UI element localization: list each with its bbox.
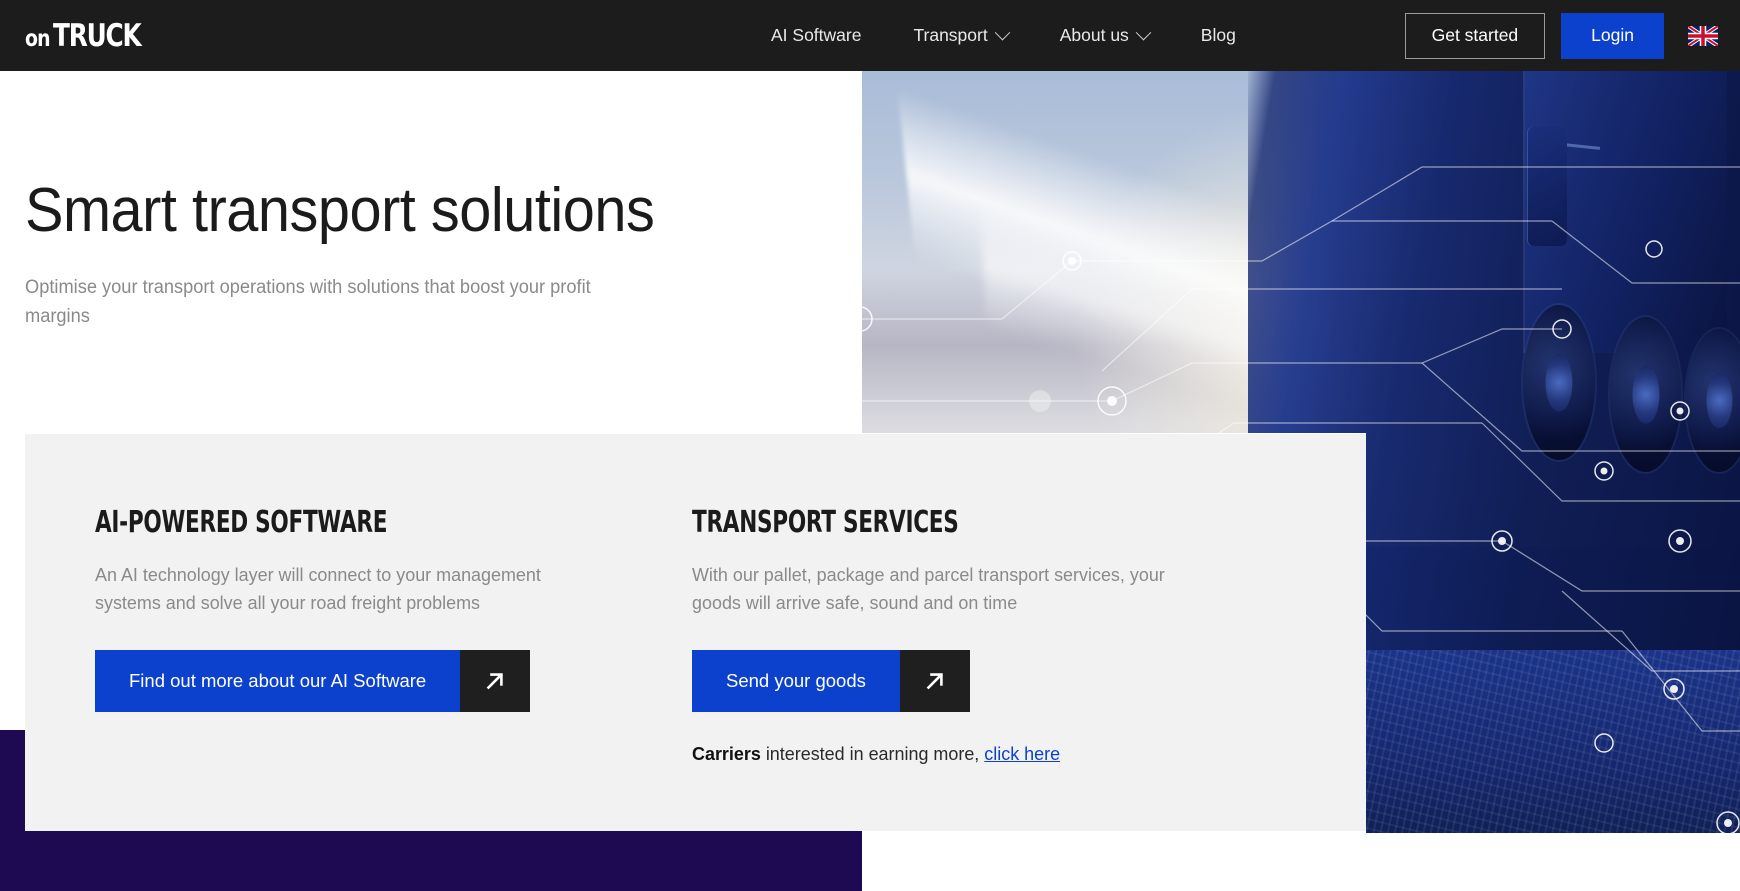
top-navigation-bar: on TRUCK AI Software Transport About us B… [0, 0, 1740, 71]
logo-text-on: on [25, 25, 51, 52]
arrow-up-right-icon [460, 650, 531, 713]
feature-heading: TRANSPORT SERVICES [692, 505, 959, 540]
cta-label: Send your goods [692, 650, 900, 713]
feature-column-transport-services: TRANSPORT SERVICES With our pallet, pack… [670, 434, 1366, 831]
page-title: Smart transport solutions [25, 176, 655, 245]
nav-item-ai-software[interactable]: AI Software [745, 0, 887, 71]
find-out-more-ai-software-button[interactable]: Find out more about our AI Software [95, 650, 531, 713]
nav-label: About us [1059, 25, 1129, 45]
feature-heading: AI-POWERED SOFTWARE [95, 505, 388, 540]
hero-copy: Smart transport solutions Optimise your … [25, 176, 825, 332]
feature-description: With our pallet, package and parcel tran… [692, 564, 1165, 614]
nav-item-transport[interactable]: Transport [887, 0, 1033, 71]
ontruck-logo[interactable]: on TRUCK [25, 17, 163, 54]
chevron-down-icon [994, 24, 1010, 41]
uk-flag-icon[interactable] [1688, 25, 1718, 46]
nav-label: Blog [1200, 25, 1236, 45]
nav-actions: Get started Login [1404, 0, 1740, 71]
cta-label: Find out more about our AI Software [95, 650, 461, 713]
hero-subtitle: Optimise your transport operations with … [25, 276, 591, 327]
get-started-button[interactable]: Get started [1404, 12, 1546, 59]
carriers-note-bold: Carriers [692, 743, 761, 765]
feature-description: An AI technology layer will connect to y… [95, 564, 541, 614]
nav-label: Transport [913, 25, 988, 45]
features-card: AI-POWERED SOFTWARE An AI technology lay… [25, 434, 1366, 831]
logo-text-truck: TRUCK [53, 17, 142, 54]
nav-item-about-us[interactable]: About us [1034, 0, 1175, 71]
carriers-click-here-link[interactable]: click here [984, 743, 1060, 764]
send-your-goods-button[interactable]: Send your goods [692, 650, 970, 713]
landing-page: on TRUCK AI Software Transport About us B… [0, 0, 1740, 891]
feature-column-ai-software: AI-POWERED SOFTWARE An AI technology lay… [25, 434, 670, 831]
arrow-up-right-icon [899, 650, 970, 713]
chevron-down-icon [1135, 24, 1152, 41]
carriers-note: Carriers interested in earning more, cli… [692, 743, 1346, 765]
nav-item-blog[interactable]: Blog [1175, 0, 1262, 71]
login-button[interactable]: Login [1561, 12, 1664, 59]
nav-links: AI Software Transport About us Blog [745, 0, 1262, 71]
carriers-note-text: interested in earning more, [760, 743, 985, 765]
nav-label: AI Software [771, 25, 862, 45]
